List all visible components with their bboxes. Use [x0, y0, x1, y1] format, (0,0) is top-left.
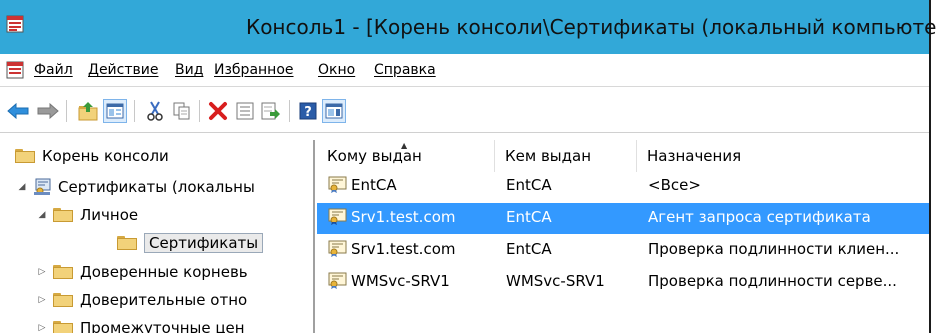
cell-issued-by: EntCA — [506, 240, 552, 258]
certificate-icon — [328, 176, 347, 193]
tree-item-certificates-local[interactable]: ◢ Сертификаты (локальны — [15, 175, 255, 199]
folder-icon — [53, 321, 73, 333]
cell-purposes: Агент запроса сертификата — [648, 208, 871, 226]
certificate-list: Кому выдан ▲ Кем выдан Назначения EntCA … — [317, 140, 929, 333]
certificate-icon — [328, 272, 347, 289]
menu-help[interactable]: Справка — [374, 62, 436, 78]
cell-issued-to: Srv1.test.com — [351, 240, 456, 258]
mmc-window: Консоль1 - [Корень консоли\Сертификаты (… — [0, 0, 937, 333]
show-hide-tree-icon — [106, 103, 124, 119]
export-list-icon — [261, 102, 280, 120]
expand-arrow-icon[interactable]: ▷ — [35, 295, 49, 305]
folder-icon — [53, 293, 73, 307]
folder-icon — [53, 208, 73, 222]
menu-window[interactable]: Окно — [318, 62, 355, 78]
list-row[interactable]: EntCA EntCA <Все> — [317, 171, 929, 202]
column-header-purposes[interactable]: Назначения — [637, 140, 929, 172]
expand-arrow-icon[interactable]: ▷ — [35, 267, 49, 277]
copy-button[interactable] — [170, 99, 194, 123]
tree-item-personal[interactable]: ◢ Личное — [35, 203, 139, 227]
mmc-app-icon — [6, 15, 24, 33]
menu-favorites[interactable]: Избранное — [214, 62, 294, 78]
menu-view[interactable]: Вид — [175, 62, 203, 78]
forward-arrow-icon — [37, 103, 59, 119]
cell-issued-to: Srv1.test.com — [351, 208, 456, 226]
folder-icon — [117, 236, 137, 250]
column-header-issued-by[interactable]: Кем выдан — [495, 140, 637, 172]
cell-purposes: Проверка подлинности серве... — [648, 272, 897, 290]
cell-issued-by: WMSvc-SRV1 — [506, 272, 605, 290]
folder-icon — [53, 265, 73, 279]
menu-action[interactable]: Действие — [88, 62, 158, 78]
up-folder-icon — [78, 102, 98, 121]
export-list-button[interactable] — [259, 99, 283, 123]
title-bar[interactable]: Консоль1 - [Корень консоли\Сертификаты (… — [0, 0, 937, 54]
help-icon: ? — [299, 102, 317, 120]
mmc-system-menu-icon[interactable] — [6, 61, 24, 79]
column-header-issued-to[interactable]: Кому выдан ▲ — [317, 140, 495, 172]
sort-ascending-icon: ▲ — [401, 141, 408, 150]
cell-issued-to: EntCA — [351, 176, 397, 194]
tree-item-trusted-root[interactable]: ▷ Доверенные корневь — [35, 260, 248, 284]
list-row-selected[interactable]: Srv1.test.com EntCA Агент запроса сертиф… — [317, 203, 929, 234]
action-pane-icon — [325, 103, 343, 119]
cut-icon — [147, 101, 163, 121]
back-arrow-icon — [7, 103, 29, 119]
certificates-snapin-icon — [34, 178, 51, 195]
certificate-icon — [328, 240, 347, 257]
copy-icon — [173, 102, 190, 120]
delete-button[interactable] — [206, 99, 230, 123]
cell-purposes: <Все> — [648, 176, 701, 194]
toolbar-separator — [199, 100, 200, 122]
list-row[interactable]: WMSvc-SRV1 WMSvc-SRV1 Проверка подлиннос… — [317, 267, 929, 298]
delete-icon — [209, 102, 227, 120]
up-one-level-button[interactable] — [76, 99, 100, 123]
tree-item-enterprise-trust[interactable]: ▷ Доверительные отно — [35, 288, 248, 312]
collapse-arrow-icon[interactable]: ◢ — [15, 182, 29, 192]
menu-file[interactable]: Файл — [34, 62, 73, 78]
window-title: Консоль1 - [Корень консоли\Сертификаты (… — [246, 15, 937, 39]
certificate-icon — [328, 208, 347, 225]
properties-button[interactable] — [233, 99, 257, 123]
help-button[interactable]: ? — [296, 99, 320, 123]
properties-icon — [236, 102, 254, 120]
expand-arrow-icon[interactable]: ▷ — [35, 323, 49, 333]
show-hide-tree-button[interactable] — [103, 99, 127, 123]
action-pane-button[interactable] — [322, 99, 346, 123]
toolbar-separator — [134, 100, 135, 122]
back-button[interactable] — [6, 99, 30, 123]
console-tree: Корень консоли ◢ Сертификаты (локальны ◢… — [13, 140, 315, 333]
list-row[interactable]: Srv1.test.com EntCA Проверка подлинности… — [317, 235, 929, 266]
tree-item-certificates[interactable]: Сертификаты — [117, 231, 264, 255]
collapse-arrow-icon[interactable]: ◢ — [35, 210, 49, 220]
toolbar: ? — [0, 92, 929, 133]
cut-button[interactable] — [143, 99, 167, 123]
tree-item-intermediate[interactable]: ▷ Промежуточные цен — [35, 316, 245, 333]
cell-issued-by: EntCA — [506, 208, 552, 226]
tree-item-console-root[interactable]: Корень консоли — [15, 144, 169, 168]
cell-issued-to: WMSvc-SRV1 — [351, 272, 450, 290]
svg-text:?: ? — [304, 105, 312, 120]
cell-issued-by: EntCA — [506, 176, 552, 194]
toolbar-separator — [66, 100, 67, 122]
toolbar-separator — [289, 100, 290, 122]
folder-icon — [15, 149, 35, 163]
cell-purposes: Проверка подлинности клиен... — [648, 240, 900, 258]
forward-button[interactable] — [36, 99, 60, 123]
menu-bar: Файл Действие Вид Избранное Окно Справка — [0, 56, 929, 87]
